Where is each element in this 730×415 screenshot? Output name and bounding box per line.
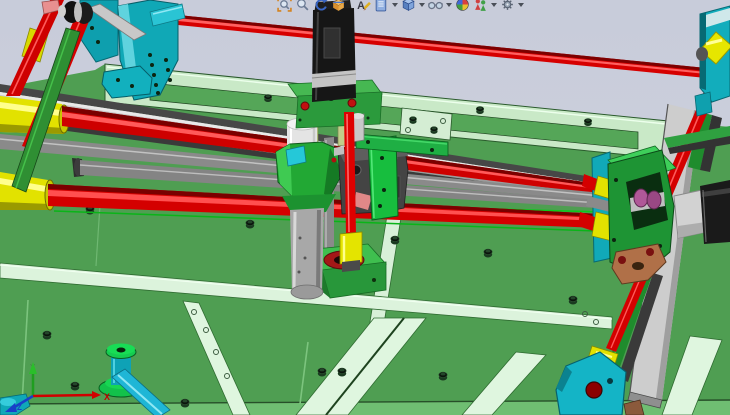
cad-viewport: Y X Z <box>0 0 730 415</box>
view-orientation-icon[interactable] <box>401 0 416 12</box>
rail-bracket[interactable] <box>400 108 452 140</box>
sketch-panel-icon[interactable] <box>374 0 389 12</box>
apply-scene-dropdown[interactable] <box>491 3 497 7</box>
heads-up-view-toolbar: A <box>277 0 524 12</box>
triad-x-label: X <box>104 392 110 402</box>
view-orientation-dropdown[interactable] <box>419 3 425 7</box>
top-right-end-bracket[interactable] <box>695 6 730 116</box>
previous-view-icon[interactable] <box>313 0 328 12</box>
edit-appearance-icon[interactable] <box>455 0 470 12</box>
triad-z-label: Z <box>17 403 22 412</box>
view-settings-icon[interactable] <box>500 0 515 12</box>
zoom-to-area-icon[interactable] <box>295 0 310 12</box>
annotations-icon[interactable]: A <box>356 0 371 12</box>
stand-foot[interactable] <box>102 66 152 98</box>
filter-bowl[interactable] <box>290 208 324 299</box>
display-style-dropdown[interactable] <box>446 3 452 7</box>
section-view-icon[interactable] <box>331 0 346 12</box>
model-view: Y X Z <box>0 0 730 415</box>
sketch-panel-dropdown[interactable] <box>392 3 398 7</box>
display-style-icon[interactable] <box>428 0 443 12</box>
regulator-clip[interactable] <box>286 146 306 166</box>
apply-scene-icon[interactable] <box>473 0 488 12</box>
view-settings-dropdown[interactable] <box>518 3 524 7</box>
carriage-stepper-motor[interactable] <box>312 0 356 102</box>
zoom-to-fit-icon[interactable] <box>277 0 292 12</box>
